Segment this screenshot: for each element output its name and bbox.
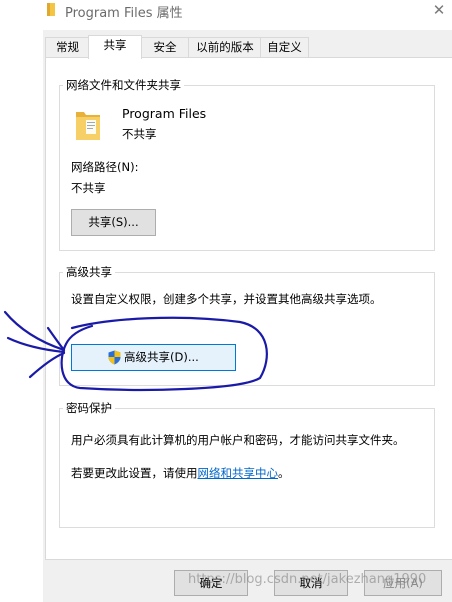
tab-customize[interactable]: 自定义 [260, 37, 309, 58]
password-change-prefix: 若要更改此设置，请使用 [71, 466, 198, 480]
uac-shield-icon [108, 350, 121, 365]
share-button[interactable]: 共享(S)... [71, 209, 156, 236]
folder-icon [76, 112, 100, 140]
password-protection-description: 用户必须具有此计算机的用户帐户和密码，才能访问共享文件夹。 [71, 433, 405, 447]
tab-previous-versions[interactable]: 以前的版本 [188, 37, 262, 58]
advanced-sharing-button-label: 高级共享(D)... [124, 350, 199, 364]
network-path-label: 网络路径(N): [71, 160, 139, 174]
tab-sharing[interactable]: 共享 [88, 35, 142, 59]
folder-name: Program Files [122, 106, 207, 121]
folder-share-status: 不共享 [122, 127, 157, 141]
title-bar: Program Files 属性 ✕ [0, 0, 452, 30]
folder-icon [47, 3, 55, 16]
tab-security[interactable]: 安全 [140, 37, 190, 58]
advanced-sharing-title: 高级共享 [63, 264, 115, 280]
network-sharing-title: 网络文件和文件夹共享 [63, 77, 184, 93]
advanced-sharing-description: 设置自定义权限，创建多个共享，并设置其他高级共享选项。 [71, 292, 382, 306]
network-sharing-center-link[interactable]: 网络和共享中心 [198, 466, 279, 480]
watermark: https://blog.csdn.net/jakezhang1990 [188, 572, 427, 587]
password-protection-title: 密码保护 [63, 400, 115, 416]
password-change-text: 若要更改此设置，请使用网络和共享中心。 [71, 465, 290, 481]
sharing-tab-page: 网络文件和文件夹共享 Program Files 不共享 网络路径(N): 不共… [45, 57, 452, 560]
close-button[interactable]: ✕ [426, 0, 452, 22]
advanced-sharing-button[interactable]: 高级共享(D)... [71, 344, 236, 371]
network-path-value: 不共享 [71, 181, 106, 195]
window-title: Program Files 属性 [65, 6, 183, 21]
password-change-suffix: 。 [278, 466, 290, 480]
tab-general[interactable]: 常规 [45, 37, 90, 58]
